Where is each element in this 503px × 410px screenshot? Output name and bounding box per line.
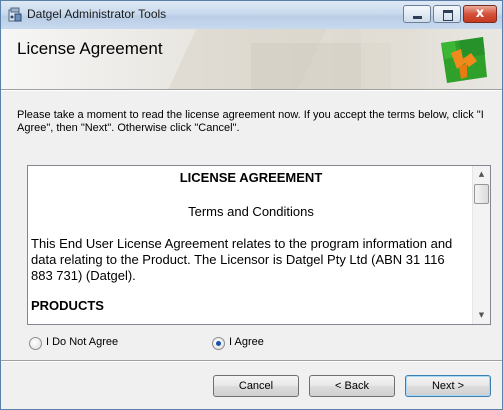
scroll-up-arrow-icon[interactable]: ▲ [473, 166, 490, 183]
datgel-logo-icon [441, 37, 487, 83]
back-button[interactable]: < Back [309, 375, 395, 397]
radio-dot-icon [216, 341, 221, 346]
license-paragraph: This End User License Agreement relates … [31, 236, 453, 283]
scroll-down-arrow-icon[interactable]: ▼ [473, 307, 490, 324]
radio-agree-label[interactable]: I Agree [229, 336, 264, 348]
license-text-box[interactable]: LICENSE AGREEMENT Terms and Conditions T… [27, 165, 491, 325]
license-section-heading: PRODUCTS [31, 298, 104, 313]
header-divider [1, 89, 502, 91]
window-title: Datgel Administrator Tools [27, 7, 167, 21]
radio-do-not-agree[interactable]: I Do Not Agree [29, 336, 149, 351]
license-subheading: Terms and Conditions [188, 204, 314, 219]
minimize-button[interactable] [403, 5, 431, 23]
close-icon: x [475, 6, 485, 21]
page-title: License Agreement [17, 39, 163, 58]
vertical-scrollbar[interactable]: ▲ ▼ [472, 166, 490, 324]
footer-divider [1, 360, 502, 362]
radio-do-not-agree-label[interactable]: I Do Not Agree [46, 336, 118, 348]
close-button[interactable]: x [463, 5, 497, 23]
radio-agree[interactable]: I Agree [212, 336, 292, 351]
cancel-button[interactable]: Cancel [213, 375, 299, 397]
instructions-text: Please take a moment to read the license… [17, 109, 484, 134]
license-heading: LICENSE AGREEMENT [179, 170, 323, 185]
scrollbar-thumb[interactable] [474, 184, 489, 204]
header-banner: License Agreement [1, 29, 502, 89]
next-button[interactable]: Next > [405, 375, 491, 397]
installer-window: Datgel Administrator Tools x License Agr… [0, 0, 503, 410]
installer-icon [8, 7, 22, 22]
radio-selected-icon[interactable] [212, 337, 225, 350]
banner-decoration [361, 29, 421, 89]
title-bar[interactable]: Datgel Administrator Tools x [1, 1, 502, 29]
radio-unselected-icon[interactable] [29, 337, 42, 350]
maximize-button[interactable] [433, 5, 461, 23]
